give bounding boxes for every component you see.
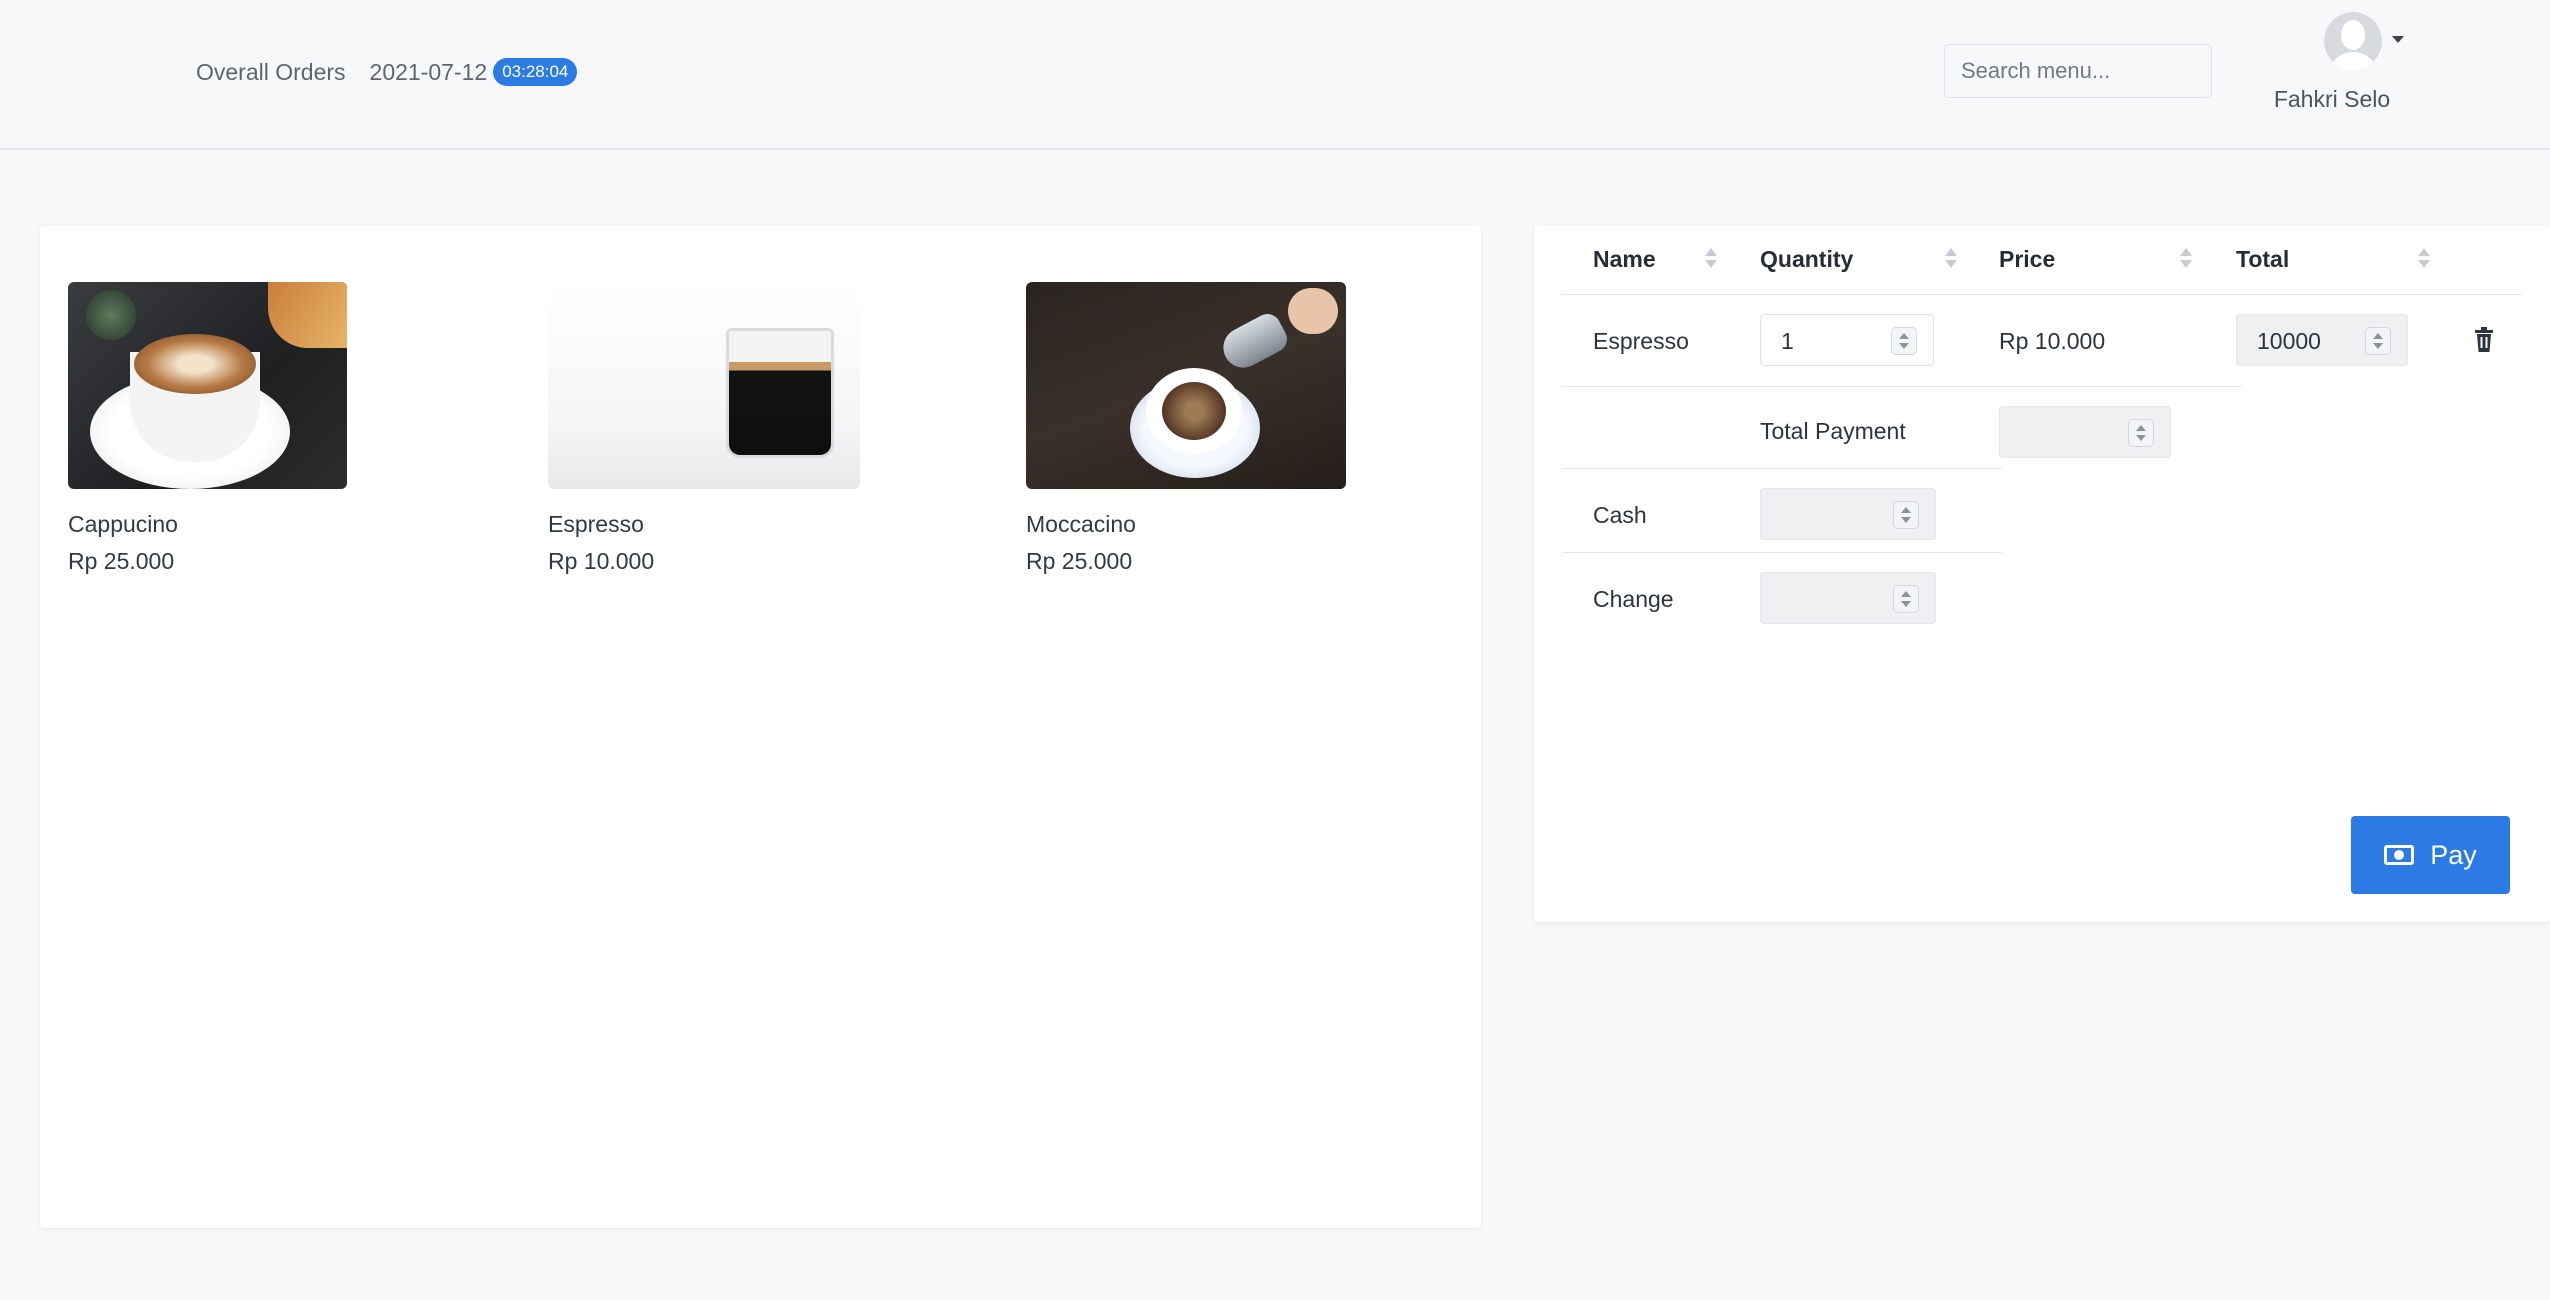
menu-panel: Cappucino Rp 25.000 Espresso Rp 10.000 M… xyxy=(40,226,1481,1228)
divider xyxy=(1562,552,2002,553)
divider xyxy=(1562,468,2002,469)
pay-button-label: Pay xyxy=(2430,839,2477,870)
divider xyxy=(1562,386,2242,387)
column-header-total[interactable]: Total xyxy=(2236,246,2289,273)
menu-item-image[interactable] xyxy=(68,282,347,489)
order-panel: Name Quantity Price Total Espresso 1 Rp … xyxy=(1534,226,2550,922)
sort-icon[interactable] xyxy=(2179,246,2193,272)
menu-item-image[interactable] xyxy=(548,282,860,489)
search-menu-input[interactable] xyxy=(1944,44,2212,98)
quantity-stepper[interactable]: 1 xyxy=(1760,314,1934,366)
change-field xyxy=(1760,572,1936,624)
order-item-name: Espresso xyxy=(1593,328,1689,354)
menu-item-price: Rp 10.000 xyxy=(548,548,655,574)
menu-item-espresso[interactable]: Espresso Rp 10.000 xyxy=(548,282,860,575)
current-date: 2021-07-12 xyxy=(369,58,488,85)
total-value: 10000 xyxy=(2257,328,2321,354)
spinner-icon[interactable] xyxy=(1893,501,1919,529)
money-bill-icon xyxy=(2384,845,2415,865)
column-header-price[interactable]: Price xyxy=(1999,246,2055,273)
column-header-quantity[interactable]: Quantity xyxy=(1760,246,1853,273)
user-avatar-icon[interactable] xyxy=(2324,12,2382,70)
menu-item-moccacino[interactable]: Moccacino Rp 25.000 xyxy=(1026,282,1346,575)
menu-item-name: Cappucino xyxy=(68,511,178,537)
user-menu[interactable]: Fahkri Selo xyxy=(2270,12,2404,122)
total-payment-label: Total Payment xyxy=(1760,418,1906,444)
menu-item-price: Rp 25.000 xyxy=(1026,548,1133,574)
divider xyxy=(1562,294,2522,295)
trash-icon[interactable] xyxy=(2473,327,2495,353)
order-item-price: Rp 10.000 xyxy=(1999,328,2106,354)
spinner-icon xyxy=(2365,327,2391,355)
menu-item-name: Espresso xyxy=(548,511,644,537)
caret-down-icon[interactable] xyxy=(2392,36,2404,43)
total-payment-field xyxy=(1999,406,2171,458)
breadcrumb: Overall Orders 2021-07-12 03:28:04 xyxy=(196,58,578,86)
cash-label: Cash xyxy=(1593,502,1647,528)
total-field: 10000 xyxy=(2236,314,2408,366)
menu-item-price: Rp 25.000 xyxy=(68,548,175,574)
top-header: Overall Orders 2021-07-12 03:28:04 Fahkr… xyxy=(0,0,2550,150)
menu-item-name: Moccacino xyxy=(1026,511,1136,537)
sort-icon[interactable] xyxy=(1944,246,1958,272)
column-header-name[interactable]: Name xyxy=(1593,246,1656,273)
quantity-value: 1 xyxy=(1781,328,1794,354)
menu-item-cappucino[interactable]: Cappucino Rp 25.000 xyxy=(68,282,347,575)
cash-input[interactable] xyxy=(1760,488,1936,540)
user-name[interactable]: Fahkri Selo xyxy=(2270,86,2394,113)
sort-icon[interactable] xyxy=(1704,246,1718,272)
spinner-icon[interactable] xyxy=(1891,327,1917,355)
change-label: Change xyxy=(1593,586,1674,612)
breadcrumb-overall-orders[interactable]: Overall Orders xyxy=(196,59,346,86)
menu-item-image[interactable] xyxy=(1026,282,1346,489)
sort-icon[interactable] xyxy=(2417,246,2431,272)
current-time-badge: 03:28:04 xyxy=(493,58,578,86)
pay-button[interactable]: Pay xyxy=(2351,816,2510,894)
spinner-icon xyxy=(2128,419,2154,447)
spinner-icon xyxy=(1893,585,1919,613)
